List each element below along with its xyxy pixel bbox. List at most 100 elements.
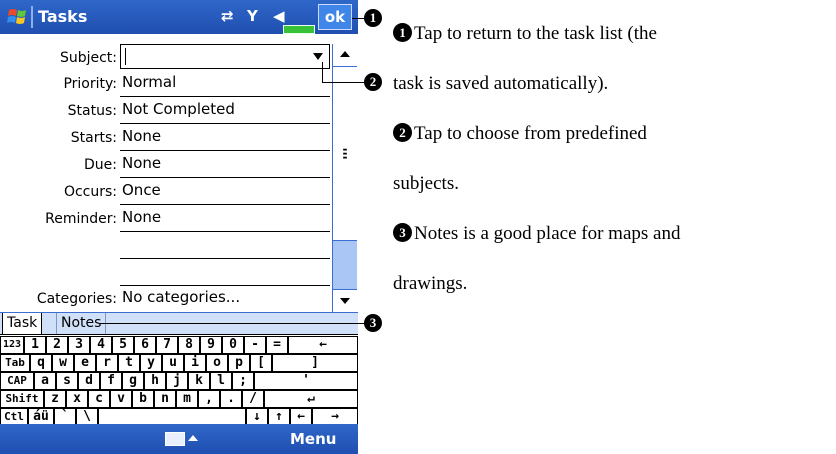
starts-row[interactable]: Starts: None — [0, 124, 332, 151]
key[interactable]: h — [144, 372, 166, 390]
subject-row: Subject: — [0, 44, 332, 71]
key[interactable]: s — [56, 372, 78, 390]
sensitivity-row[interactable] — [0, 259, 332, 286]
windows-start-icon[interactable] — [6, 6, 32, 28]
due-row[interactable]: Due: None — [0, 151, 332, 178]
key[interactable]: 3 — [68, 336, 90, 354]
key[interactable]: x — [66, 390, 88, 408]
callout-3: 3 — [364, 314, 382, 332]
scroll-thumb[interactable]: --- — [333, 66, 357, 241]
key[interactable]: m — [176, 390, 198, 408]
key[interactable]: d — [78, 372, 100, 390]
key[interactable]: i — [184, 354, 206, 372]
key[interactable]: ] — [272, 354, 358, 372]
key[interactable]: q — [30, 354, 52, 372]
key-enter[interactable]: ↵ — [264, 390, 358, 408]
key[interactable]: v — [110, 390, 132, 408]
priority-value[interactable]: Normal — [122, 73, 176, 91]
signal-icon[interactable]: Y — [247, 7, 258, 25]
key[interactable]: 6 — [134, 336, 156, 354]
key[interactable]: . — [220, 390, 242, 408]
categories-value[interactable]: No categories... — [122, 288, 240, 306]
scroll-up-button[interactable] — [333, 44, 357, 65]
connectivity-icon[interactable]: ⇄ — [221, 7, 234, 25]
occurs-row[interactable]: Occurs: Once — [0, 178, 332, 205]
key[interactable]: 9 — [200, 336, 222, 354]
due-value[interactable]: None — [122, 154, 161, 172]
due-label: Due: — [84, 157, 117, 173]
key[interactable]: , — [198, 390, 220, 408]
key[interactable]: 8 — [178, 336, 200, 354]
key-caps[interactable]: CAP — [0, 372, 34, 390]
keyboard-icon[interactable] — [165, 432, 185, 446]
battery-icon — [283, 25, 315, 34]
key[interactable]: 7 — [156, 336, 178, 354]
pocket-pc-screen: Task s ⇄ Y ◀ ok Subject: Priority: Normal… — [0, 0, 358, 454]
key[interactable]: 4 — [90, 336, 112, 354]
categories-row[interactable]: Categories: No categories... — [0, 285, 332, 312]
key[interactable]: f — [100, 372, 122, 390]
key[interactable]: 2 — [46, 336, 68, 354]
reminder-value[interactable]: None — [122, 208, 161, 226]
key[interactable]: e — [74, 354, 96, 372]
key-tab[interactable]: Tab — [0, 354, 30, 372]
key[interactable]: [ — [250, 354, 272, 372]
key-123[interactable]: 123 — [0, 336, 24, 354]
key[interactable]: l — [210, 372, 232, 390]
key[interactable]: b — [132, 390, 154, 408]
note-1: 1 Tap to return to the task list (the tas… — [393, 9, 657, 109]
key[interactable]: ; — [232, 372, 254, 390]
tab-task[interactable]: Task — [2, 313, 43, 335]
grip-icon: --- — [342, 142, 348, 164]
key[interactable]: r — [96, 354, 118, 372]
note-2-line-2: subjects. — [393, 173, 459, 194]
input-panel-arrow-icon[interactable] — [188, 435, 198, 441]
key[interactable]: 0 — [222, 336, 244, 354]
keyboard-row-3: CAP a s d f g h j k l ; ' — [0, 372, 358, 390]
note-3-line-2: drawings. — [393, 273, 468, 294]
keyboard-row-2: Tab q w e r t y u i o p [ ] — [0, 354, 358, 372]
key-backspace[interactable]: ← — [288, 336, 358, 354]
key[interactable]: t — [118, 354, 140, 372]
key[interactable]: ' — [254, 372, 358, 390]
form-scrollbar[interactable]: --- — [332, 44, 357, 312]
reminder-label: Reminder: — [45, 211, 117, 227]
callout-1: 1 — [364, 9, 382, 27]
status-value[interactable]: Not Completed — [122, 100, 235, 118]
key[interactable]: p — [228, 354, 250, 372]
key[interactable]: n — [154, 390, 176, 408]
note-3-number: 3 — [393, 223, 412, 242]
scroll-down-button[interactable] — [333, 289, 357, 312]
key-shift[interactable]: Shift — [0, 390, 44, 408]
key[interactable]: k — [188, 372, 210, 390]
key[interactable]: z — [44, 390, 66, 408]
key[interactable]: 1 — [24, 336, 46, 354]
note-2-line-1: Tap to choose from predefined — [414, 123, 647, 144]
key[interactable]: a — [34, 372, 56, 390]
key[interactable]: u — [162, 354, 184, 372]
title-separator — [31, 6, 33, 28]
starts-value[interactable]: None — [122, 127, 161, 145]
key[interactable]: y — [140, 354, 162, 372]
tab-notes[interactable]: Notes — [56, 313, 107, 335]
reminder-row[interactable]: Reminder: None — [0, 205, 332, 232]
key[interactable]: - — [244, 336, 266, 354]
note-3: 3 Notes is a good place for maps and draw… — [393, 209, 680, 309]
note-3-line-1: Notes is a good place for maps and — [414, 223, 681, 244]
priority-row[interactable]: Priority: Normal — [0, 70, 332, 97]
ok-button[interactable]: ok — [318, 4, 352, 30]
menu-button[interactable]: Menu — [290, 430, 336, 448]
status-row[interactable]: Status: Not Completed — [0, 97, 332, 124]
key[interactable]: j — [166, 372, 188, 390]
key[interactable]: g — [122, 372, 144, 390]
key[interactable]: / — [242, 390, 264, 408]
key[interactable]: = — [266, 336, 288, 354]
arrow-down-icon — [340, 298, 350, 304]
key[interactable]: w — [52, 354, 74, 372]
scroll-track[interactable] — [333, 241, 357, 289]
key[interactable]: 5 — [112, 336, 134, 354]
occurs-value[interactable]: Once — [122, 181, 161, 199]
key[interactable]: c — [88, 390, 110, 408]
speaker-icon[interactable]: ◀ — [273, 7, 285, 25]
key[interactable]: o — [206, 354, 228, 372]
